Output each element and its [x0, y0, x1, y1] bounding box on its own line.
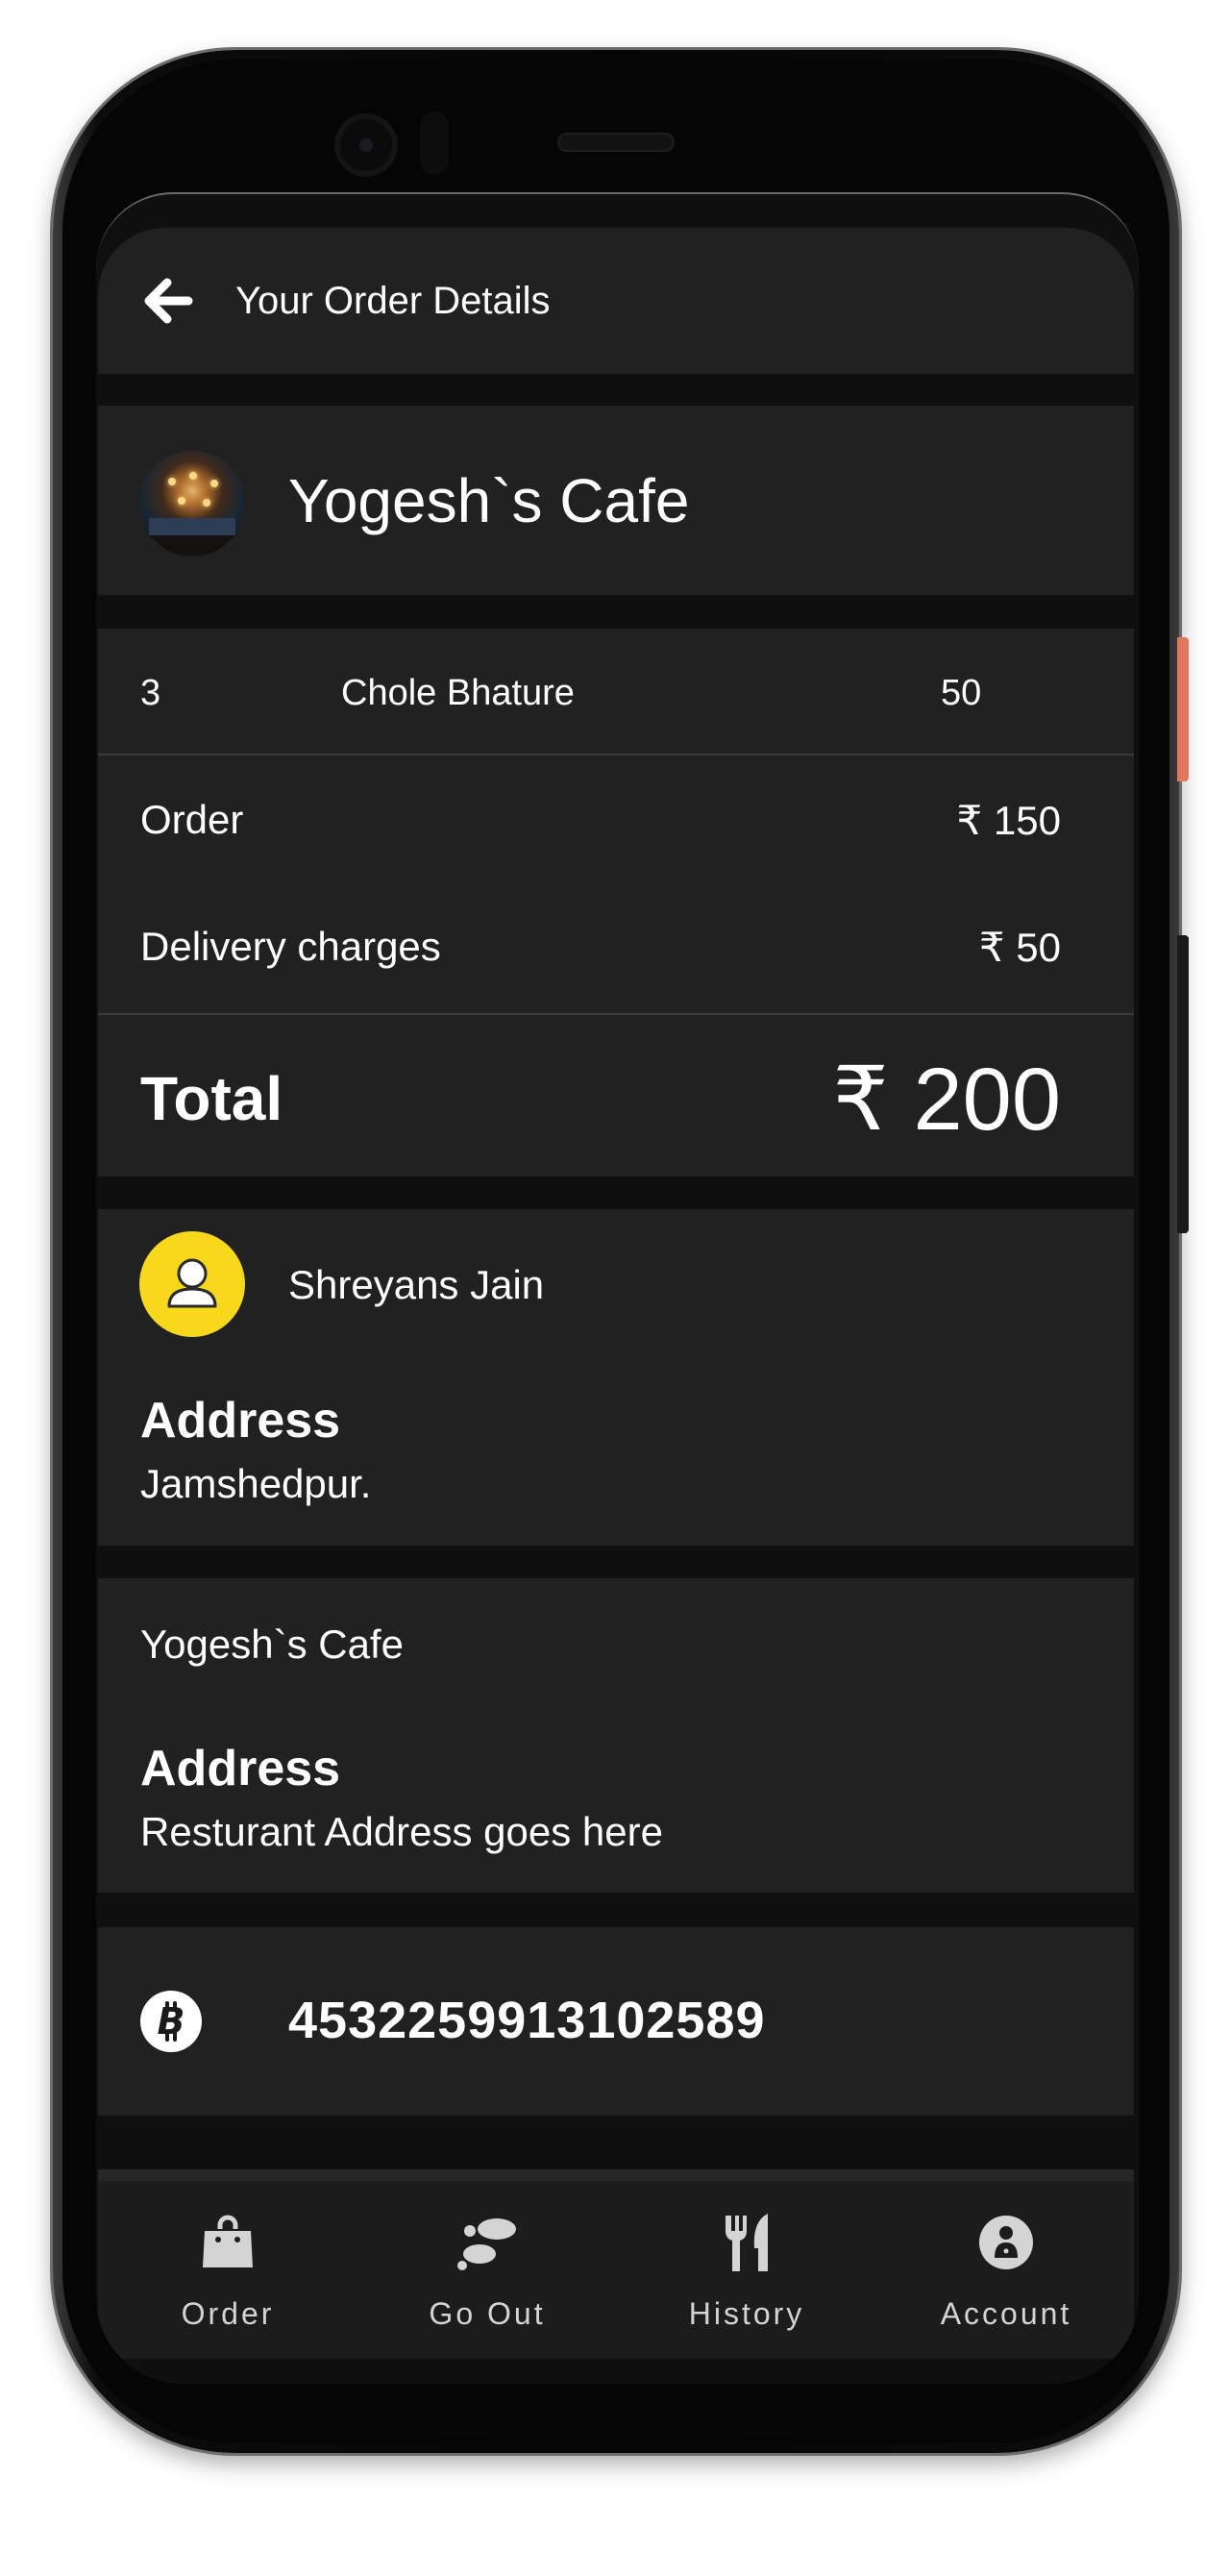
account-icon [979, 2216, 1033, 2269]
total-row: Total ₹ 200 [98, 1013, 1134, 1177]
nav-go-out-label: Go Out [429, 2296, 546, 2331]
customer-name: Shreyans Jain [288, 1262, 545, 1307]
volume-button [1177, 935, 1189, 1233]
nav-history[interactable]: History [651, 2200, 843, 2344]
customer-card: Shreyans Jain Address Jamshedpur. [98, 1209, 1134, 1546]
order-subtotal-label: Order [140, 797, 244, 842]
bottom-navigation: Order Go Out History Account [98, 2181, 1134, 2359]
restaurant-address-heading: Address [140, 1741, 341, 1796]
nav-go-out[interactable]: Go Out [391, 2200, 583, 2344]
restaurant-name: Yogesh`s Cafe [288, 466, 690, 535]
back-button[interactable] [138, 272, 196, 330]
back-arrow-icon [144, 278, 193, 324]
power-button [1177, 637, 1189, 781]
svg-text:B: B [158, 2000, 185, 2043]
shopping-bag-icon [203, 2215, 253, 2267]
order-item-row: 3 Chole Bhature 50 [98, 629, 1134, 755]
nav-account[interactable]: Account [910, 2200, 1102, 2344]
fork-knife-icon [726, 2214, 768, 2271]
delivery-charges-value: ₹ 50 [978, 925, 1061, 970]
item-name: Chole Bhature [341, 673, 575, 713]
payment-card: B 4532259913102589 [98, 1927, 1134, 2116]
divider [98, 2169, 1134, 2181]
customer-address: Jamshedpur. [140, 1461, 372, 1506]
bitcoin-icon[interactable]: B [140, 1991, 202, 2052]
restaurant-avatar[interactable] [139, 451, 245, 557]
order-subtotal-value: ₹ 150 [956, 798, 1061, 843]
restaurant-header: Yogesh`s Cafe [98, 406, 1134, 595]
restaurant-address: Resturant Address goes here [140, 1809, 663, 1854]
footprints-icon [457, 2218, 516, 2270]
nav-history-label: History [688, 2296, 805, 2331]
page-title: Your Order Details [235, 280, 551, 322]
delivery-charges-label: Delivery charges [140, 924, 441, 969]
nav-account-label: Account [940, 2296, 1072, 2331]
item-quantity: 3 [140, 673, 161, 713]
nav-order[interactable]: Order [132, 2200, 324, 2344]
proximity-sensor [420, 111, 449, 175]
nav-order-label: Order [181, 2296, 275, 2331]
app-bar: Your Order Details [98, 228, 1134, 374]
earpiece-speaker [557, 133, 675, 152]
item-price: 50 [941, 673, 982, 713]
total-label: Total [140, 1064, 283, 1133]
app-screen: Your Order Details Yogesh`s Cafe 3 Chole… [96, 192, 1139, 2384]
front-camera [334, 113, 398, 177]
payment-number: 4532259913102589 [288, 1992, 766, 2049]
restaurant-info-card: Yogesh`s Cafe Address Resturant Address … [98, 1578, 1134, 1893]
total-value: ₹ 200 [832, 1051, 1061, 1149]
customer-address-heading: Address [140, 1393, 341, 1449]
customer-avatar[interactable] [139, 1231, 245, 1337]
user-icon [167, 1258, 217, 1308]
order-summary: 3 Chole Bhature 50 Order ₹ 150 Delivery … [98, 629, 1134, 1177]
restaurant-info-name: Yogesh`s Cafe [140, 1622, 404, 1667]
